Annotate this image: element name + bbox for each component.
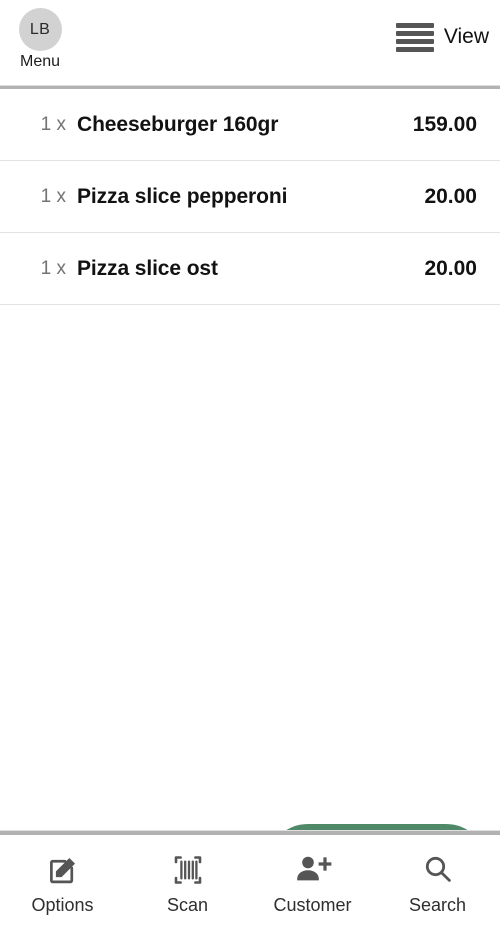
edit-square-icon: [46, 850, 80, 890]
item-price: 159.00: [412, 112, 477, 136]
item-price: 20.00: [424, 256, 477, 280]
menu-label: Menu: [19, 53, 61, 70]
nav-item-label: Options: [31, 895, 94, 915]
add-person-icon: [294, 850, 332, 890]
view-label: View: [443, 25, 489, 48]
pay-button[interactable]: Pay 199.00 Discounts 0.00: [266, 824, 488, 830]
nav-item-scan[interactable]: Scan: [125, 835, 250, 938]
search-icon: [420, 850, 456, 890]
table-row[interactable]: 1 x Pizza slice pepperoni 20.00: [0, 161, 500, 233]
item-name: Pizza slice pepperoni: [77, 184, 288, 208]
avatar-initials: LB: [29, 20, 51, 38]
nav-item-label: Customer: [273, 895, 352, 915]
nav-item-customer[interactable]: Customer: [250, 835, 375, 938]
nav-item-label: Search: [408, 895, 467, 915]
item-name: Pizza slice ost: [77, 256, 218, 280]
item-quantity: 1 x: [40, 185, 66, 207]
table-row[interactable]: 1 x Cheeseburger 160gr 159.00: [0, 89, 500, 161]
item-name: Cheeseburger 160gr: [77, 112, 279, 136]
table-row[interactable]: 1 x Pizza slice ost 20.00: [0, 233, 500, 305]
item-price: 20.00: [424, 184, 477, 208]
view-button[interactable]: View: [395, 22, 489, 52]
nav-item-options[interactable]: Options: [0, 835, 125, 938]
item-quantity: 1 x: [40, 113, 66, 135]
nav-item-search[interactable]: Search: [375, 835, 500, 938]
cart-area: 1 x Cheeseburger 160gr 159.00 1 x Pizza …: [0, 89, 500, 830]
pos-app-screen: LB Menu View 1 x Cheeseburger 160gr 159.…: [0, 0, 500, 938]
item-quantity: 1 x: [40, 257, 66, 279]
hamburger-icon: [395, 22, 434, 52]
barcode-scan-icon: [168, 850, 208, 890]
app-header: LB Menu View: [0, 0, 500, 85]
avatar: LB: [18, 8, 62, 51]
nav-item-label: Scan: [166, 895, 209, 915]
menu-button[interactable]: LB Menu: [9, 8, 71, 72]
bottom-nav: Options Scan Customer Search: [0, 835, 500, 938]
cart-item-list: 1 x Cheeseburger 160gr 159.00 1 x Pizza …: [0, 89, 500, 305]
